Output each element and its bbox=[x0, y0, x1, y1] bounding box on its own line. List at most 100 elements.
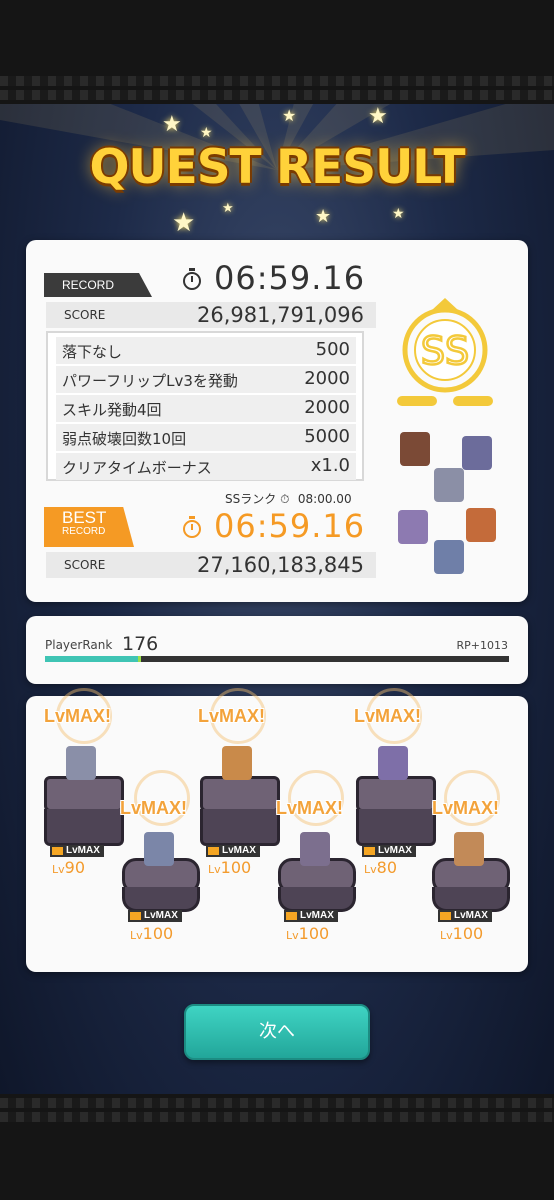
bonus-row: 弱点破壊回数10回 5000 bbox=[56, 424, 356, 451]
record-time: 06:59.16 bbox=[214, 259, 366, 297]
frame-stripe bbox=[0, 90, 554, 100]
next-button[interactable]: 次へ bbox=[184, 1004, 370, 1060]
best-record-tag: BEST RECORD bbox=[44, 507, 134, 547]
ss-rank-label: SSランク bbox=[225, 492, 277, 506]
level-prefix: Lv bbox=[286, 929, 299, 942]
ss-rank-badge: SS bbox=[392, 296, 498, 414]
bonus-row: スキル発動4回 2000 bbox=[56, 395, 356, 422]
lvmax-badge: LvMAX bbox=[206, 845, 260, 857]
star-icon: ★ bbox=[368, 104, 388, 129]
unit-level: Lv100 bbox=[440, 924, 483, 943]
character-sprite bbox=[300, 832, 330, 866]
character-sprite bbox=[400, 432, 430, 466]
character-sprite bbox=[66, 746, 96, 780]
character-sprite bbox=[434, 468, 464, 502]
best-score-row: SCORE 27,160,183,845 bbox=[46, 552, 376, 578]
ss-crest-icon: SS bbox=[397, 298, 493, 406]
star-icon: ★ bbox=[315, 206, 332, 227]
unit-level: Lv100 bbox=[286, 924, 329, 943]
rank-grade: SS bbox=[421, 329, 469, 373]
star-icon: ★ bbox=[162, 112, 182, 137]
character-sprite bbox=[378, 746, 408, 780]
frame-stripe bbox=[0, 1112, 554, 1122]
bonus-value: 2000 bbox=[304, 368, 350, 389]
record-tag: RECORD bbox=[44, 273, 152, 297]
level-prefix: Lv bbox=[130, 929, 143, 942]
lvmax-label: LvMAX! bbox=[276, 798, 343, 818]
bonus-name: スキル発動4回 bbox=[62, 401, 162, 419]
bonus-value: 500 bbox=[315, 339, 350, 360]
character-sprite bbox=[466, 508, 496, 542]
bonus-row: クリアタイムボーナス x1.0 bbox=[56, 453, 356, 480]
quest-result-title: QUEST RESULT bbox=[89, 140, 465, 195]
lvmax-label: LvMAX! bbox=[432, 798, 499, 818]
level-value: 80 bbox=[376, 858, 397, 877]
lvmax-label: LvMAX! bbox=[44, 706, 111, 726]
player-rank-value: 176 bbox=[122, 633, 159, 655]
bonus-name: 落下なし bbox=[62, 343, 123, 361]
pedestal bbox=[122, 887, 200, 912]
record-score-row: SCORE 26,981,791,096 bbox=[46, 302, 376, 328]
pedestal bbox=[200, 809, 280, 846]
bonus-value: 2000 bbox=[304, 397, 350, 418]
pedestal bbox=[44, 809, 124, 846]
bonus-value: x1.0 bbox=[310, 455, 350, 476]
character-sprite bbox=[398, 510, 428, 544]
star-icon: ★ bbox=[222, 201, 234, 216]
frame-stripe bbox=[0, 1098, 554, 1108]
level-value: 90 bbox=[64, 858, 85, 877]
best-score: 27,160,183,845 bbox=[197, 553, 364, 577]
lvmax-label: LvMAX! bbox=[354, 706, 421, 726]
star-icon: ★ bbox=[282, 106, 297, 125]
bonus-row: 落下なし 500 bbox=[56, 337, 356, 364]
best-time: 06:59.16 bbox=[214, 507, 366, 545]
frame-stripe bbox=[0, 76, 554, 86]
ss-rank-time: 08:00.00 bbox=[297, 492, 352, 506]
unit-level: Lv80 bbox=[364, 858, 397, 877]
level-value: 100 bbox=[142, 924, 174, 943]
star-icon: ★ bbox=[172, 208, 196, 238]
best-sublabel: RECORD bbox=[62, 526, 106, 537]
lvmax-badge: LvMAX bbox=[438, 910, 492, 922]
unit-level: Lv90 bbox=[52, 858, 85, 877]
score-label: SCORE bbox=[64, 558, 106, 572]
star-icon: ★ bbox=[392, 206, 405, 222]
level-value: 100 bbox=[452, 924, 484, 943]
pedestal bbox=[200, 776, 280, 812]
lvmax-badge: LvMAX bbox=[50, 845, 104, 857]
character-sprite bbox=[222, 746, 252, 780]
unit-level: Lv100 bbox=[130, 924, 173, 943]
level-prefix: Lv bbox=[364, 863, 377, 876]
pedestal bbox=[44, 776, 124, 812]
level-value: 100 bbox=[298, 924, 330, 943]
bottom-frame bbox=[0, 1094, 554, 1200]
level-value: 100 bbox=[220, 858, 252, 877]
bonus-list: 落下なし 500 パワーフリップLv3を発動 2000 スキル発動4回 2000… bbox=[46, 331, 364, 481]
stopwatch-icon bbox=[183, 516, 201, 538]
record-score: 26,981,791,096 bbox=[197, 303, 364, 327]
star-icon: ★ bbox=[200, 125, 213, 141]
stopwatch-icon: ⏱ bbox=[280, 492, 290, 506]
pedestal bbox=[278, 887, 356, 912]
pedestal bbox=[356, 776, 436, 812]
lvmax-label: LvMAX! bbox=[120, 798, 187, 818]
bonus-row: パワーフリップLv3を発動 2000 bbox=[56, 366, 356, 393]
unit-level: Lv100 bbox=[208, 858, 251, 877]
lvmax-badge: LvMAX bbox=[284, 910, 338, 922]
bonus-value: 5000 bbox=[304, 426, 350, 447]
rank-progress-fill bbox=[45, 656, 138, 662]
character-sprite bbox=[462, 436, 492, 470]
rp-gain: RP+1013 bbox=[456, 639, 509, 652]
lvmax-badge: LvMAX bbox=[362, 845, 416, 857]
level-prefix: Lv bbox=[208, 863, 221, 876]
rank-progress-gain bbox=[138, 656, 141, 662]
character-sprite bbox=[454, 832, 484, 866]
pedestal bbox=[356, 809, 436, 846]
level-prefix: Lv bbox=[52, 863, 65, 876]
pedestal bbox=[432, 887, 510, 912]
bonus-name: 弱点破壊回数10回 bbox=[62, 430, 187, 448]
lvmax-label: LvMAX! bbox=[198, 706, 265, 726]
player-rank-label: PlayerRank bbox=[45, 638, 113, 652]
best-label: BEST bbox=[62, 508, 107, 527]
lvmax-badge: LvMAX bbox=[128, 910, 182, 922]
